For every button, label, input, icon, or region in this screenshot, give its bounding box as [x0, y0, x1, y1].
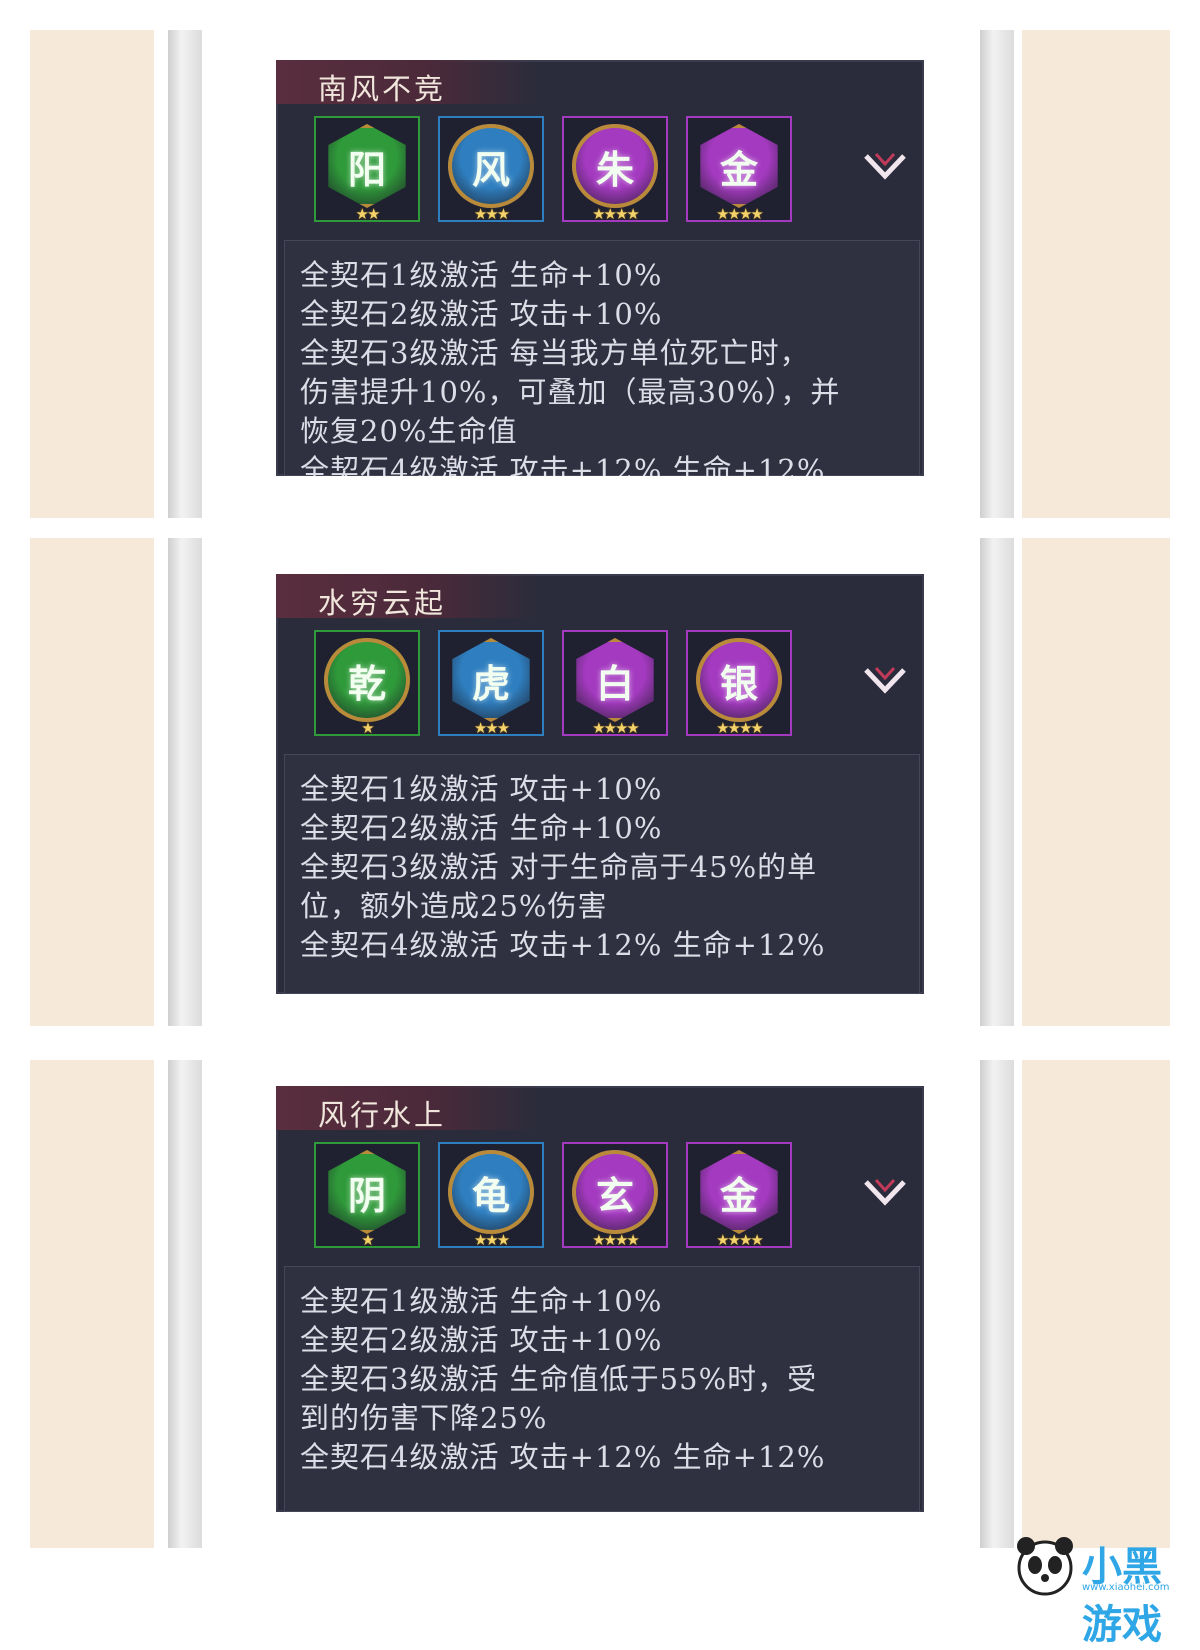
effect-line: 全契石4级激活 攻击+12% 生命+12% [300, 1440, 826, 1474]
gray-pillar [168, 538, 202, 1026]
beige-panel [1022, 30, 1170, 518]
stone-badge[interactable]: 朱 ★★★★ [562, 116, 668, 223]
site-watermark: 小黑游戏 www.xiaohei.com [1010, 1532, 1195, 1648]
beige-panel [1022, 538, 1170, 1026]
stone-glyph: 银 [719, 660, 758, 706]
star-rating: ★★★★ [716, 1231, 764, 1249]
gray-pillar [980, 538, 1014, 1026]
chevron-down-icon[interactable] [862, 660, 908, 700]
effect-line: 到的伤害下降25% [300, 1401, 548, 1435]
set-title: 风行水上 [318, 1098, 447, 1132]
effect-line: 伤害提升10%，可叠加（最高30%），并 [300, 375, 841, 409]
watermark-url: www.xiaohei.com [1082, 1582, 1170, 1593]
star-rating: ★★★★ [592, 1231, 640, 1249]
effect-line: 恢复20%生命值 [300, 414, 518, 448]
beige-panel [30, 30, 154, 518]
stone-badge[interactable]: 银 ★★★★ [686, 630, 792, 737]
star-rating: ★ [361, 719, 374, 737]
star-rating: ★★ [355, 205, 381, 223]
stone-badge[interactable]: 金 ★★★★ [686, 116, 792, 223]
stone-badge[interactable]: 玄 ★★★★ [562, 1142, 668, 1249]
chevron-down-icon[interactable] [862, 146, 908, 186]
gray-pillar [168, 1060, 202, 1548]
effect-line: 全契石2级激活 攻击+10% [300, 297, 663, 331]
gray-pillar [980, 30, 1014, 518]
beige-panel [30, 538, 154, 1026]
round-gem-icon: 风 [448, 124, 534, 208]
panda-logo-icon [1017, 1537, 1073, 1596]
stone-glyph: 白 [595, 660, 634, 706]
stone-badge[interactable]: 白 ★★★★ [562, 630, 668, 737]
stone-badge[interactable]: 风 ★★★ [438, 116, 544, 223]
star-rating: ★★★★ [592, 205, 640, 223]
effect-line: 全契石1级激活 生命+10% [300, 1284, 663, 1318]
effect-line: 全契石4级激活 攻击+12% 生命+12% [300, 453, 826, 476]
gray-pillar [980, 1060, 1014, 1548]
effect-line: 全契石4级激活 攻击+12% 生命+12% [300, 928, 826, 962]
stone-badge[interactable]: 阳 ★★ [314, 116, 420, 223]
stone-glyph: 金 [719, 146, 758, 192]
star-rating: ★★★ [473, 719, 510, 737]
effect-line: 全契石1级激活 攻击+10% [300, 772, 663, 806]
stone-glyph: 朱 [595, 146, 634, 192]
hexagon-gem-icon: 阴 [328, 1150, 406, 1234]
effect-description: 全契石1级激活 生命+10% 全契石2级激活 攻击+10% 全契石3级激活 生命值低… [284, 1266, 920, 1512]
effect-line: 位，额外造成25%伤害 [300, 889, 608, 923]
chevron-down-icon[interactable] [862, 1172, 908, 1212]
effect-line: 全契石2级激活 生命+10% [300, 811, 663, 845]
hexagon-gem-icon: 白 [576, 638, 654, 722]
star-rating: ★ [361, 1231, 374, 1249]
stone-glyph: 风 [471, 146, 510, 192]
hexagon-gem-icon: 虎 [452, 638, 530, 722]
beige-panel [1022, 1060, 1170, 1548]
stone-glyph: 龟 [471, 1172, 510, 1218]
star-rating: ★★★ [473, 1231, 510, 1249]
round-gem-icon: 乾 [324, 638, 410, 722]
set-title: 水穷云起 [318, 586, 447, 620]
effect-line: 全契石3级激活 对于生命高于45%的单 [300, 850, 818, 884]
effect-line: 全契石1级激活 生命+10% [300, 258, 663, 292]
set-card: 南风不竞阳 ★★ 风 ★★★ 朱 ★★★★ 金 ★★★★ 全契石1级激活 生命+10% 全契石2级… [276, 60, 924, 476]
stone-glyph: 金 [719, 1172, 758, 1218]
set-title: 南风不竞 [318, 72, 447, 106]
beige-panel [30, 1060, 154, 1548]
round-gem-icon: 龟 [448, 1150, 534, 1234]
effect-line: 全契石2级激活 攻击+10% [300, 1323, 663, 1357]
stone-glyph: 乾 [347, 660, 386, 706]
round-gem-icon: 银 [696, 638, 782, 722]
round-gem-icon: 玄 [572, 1150, 658, 1234]
stone-glyph: 虎 [471, 660, 510, 706]
stone-badge[interactable]: 金 ★★★★ [686, 1142, 792, 1249]
set-card: 水穷云起乾 ★ 虎 ★★★ 白 ★★★★ 银 ★★★★ 全契石1级激活 攻击+10% 全契石2级激… [276, 574, 924, 994]
stone-glyph: 阴 [347, 1172, 386, 1218]
stone-badge[interactable]: 阴 ★ [314, 1142, 420, 1249]
hexagon-gem-icon: 阳 [328, 124, 406, 208]
effect-line: 全契石3级激活 每当我方单位死亡时， [300, 336, 810, 370]
star-rating: ★★★ [473, 205, 510, 223]
effect-description: 全契石1级激活 生命+10% 全契石2级激活 攻击+10% 全契石3级激活 每当我方… [284, 240, 920, 476]
star-rating: ★★★★ [592, 719, 640, 737]
set-card: 风行水上阴 ★ 龟 ★★★ 玄 ★★★★ 金 ★★★★ 全契石1级激活 生命+10% 全契石2级激… [276, 1086, 924, 1512]
stone-glyph: 阳 [347, 146, 386, 192]
gray-pillar [168, 30, 202, 518]
star-rating: ★★★★ [716, 719, 764, 737]
effect-description: 全契石1级激活 攻击+10% 全契石2级激活 生命+10% 全契石3级激活 对于生命… [284, 754, 920, 994]
effect-line: 全契石3级激活 生命值低于55%时，受 [300, 1362, 818, 1396]
stone-badge[interactable]: 龟 ★★★ [438, 1142, 544, 1249]
star-rating: ★★★★ [716, 205, 764, 223]
stone-badge[interactable]: 乾 ★ [314, 630, 420, 737]
hexagon-gem-icon: 金 [700, 1150, 778, 1234]
round-gem-icon: 朱 [572, 124, 658, 208]
stone-badge[interactable]: 虎 ★★★ [438, 630, 544, 737]
hexagon-gem-icon: 金 [700, 124, 778, 208]
stone-glyph: 玄 [595, 1172, 634, 1218]
